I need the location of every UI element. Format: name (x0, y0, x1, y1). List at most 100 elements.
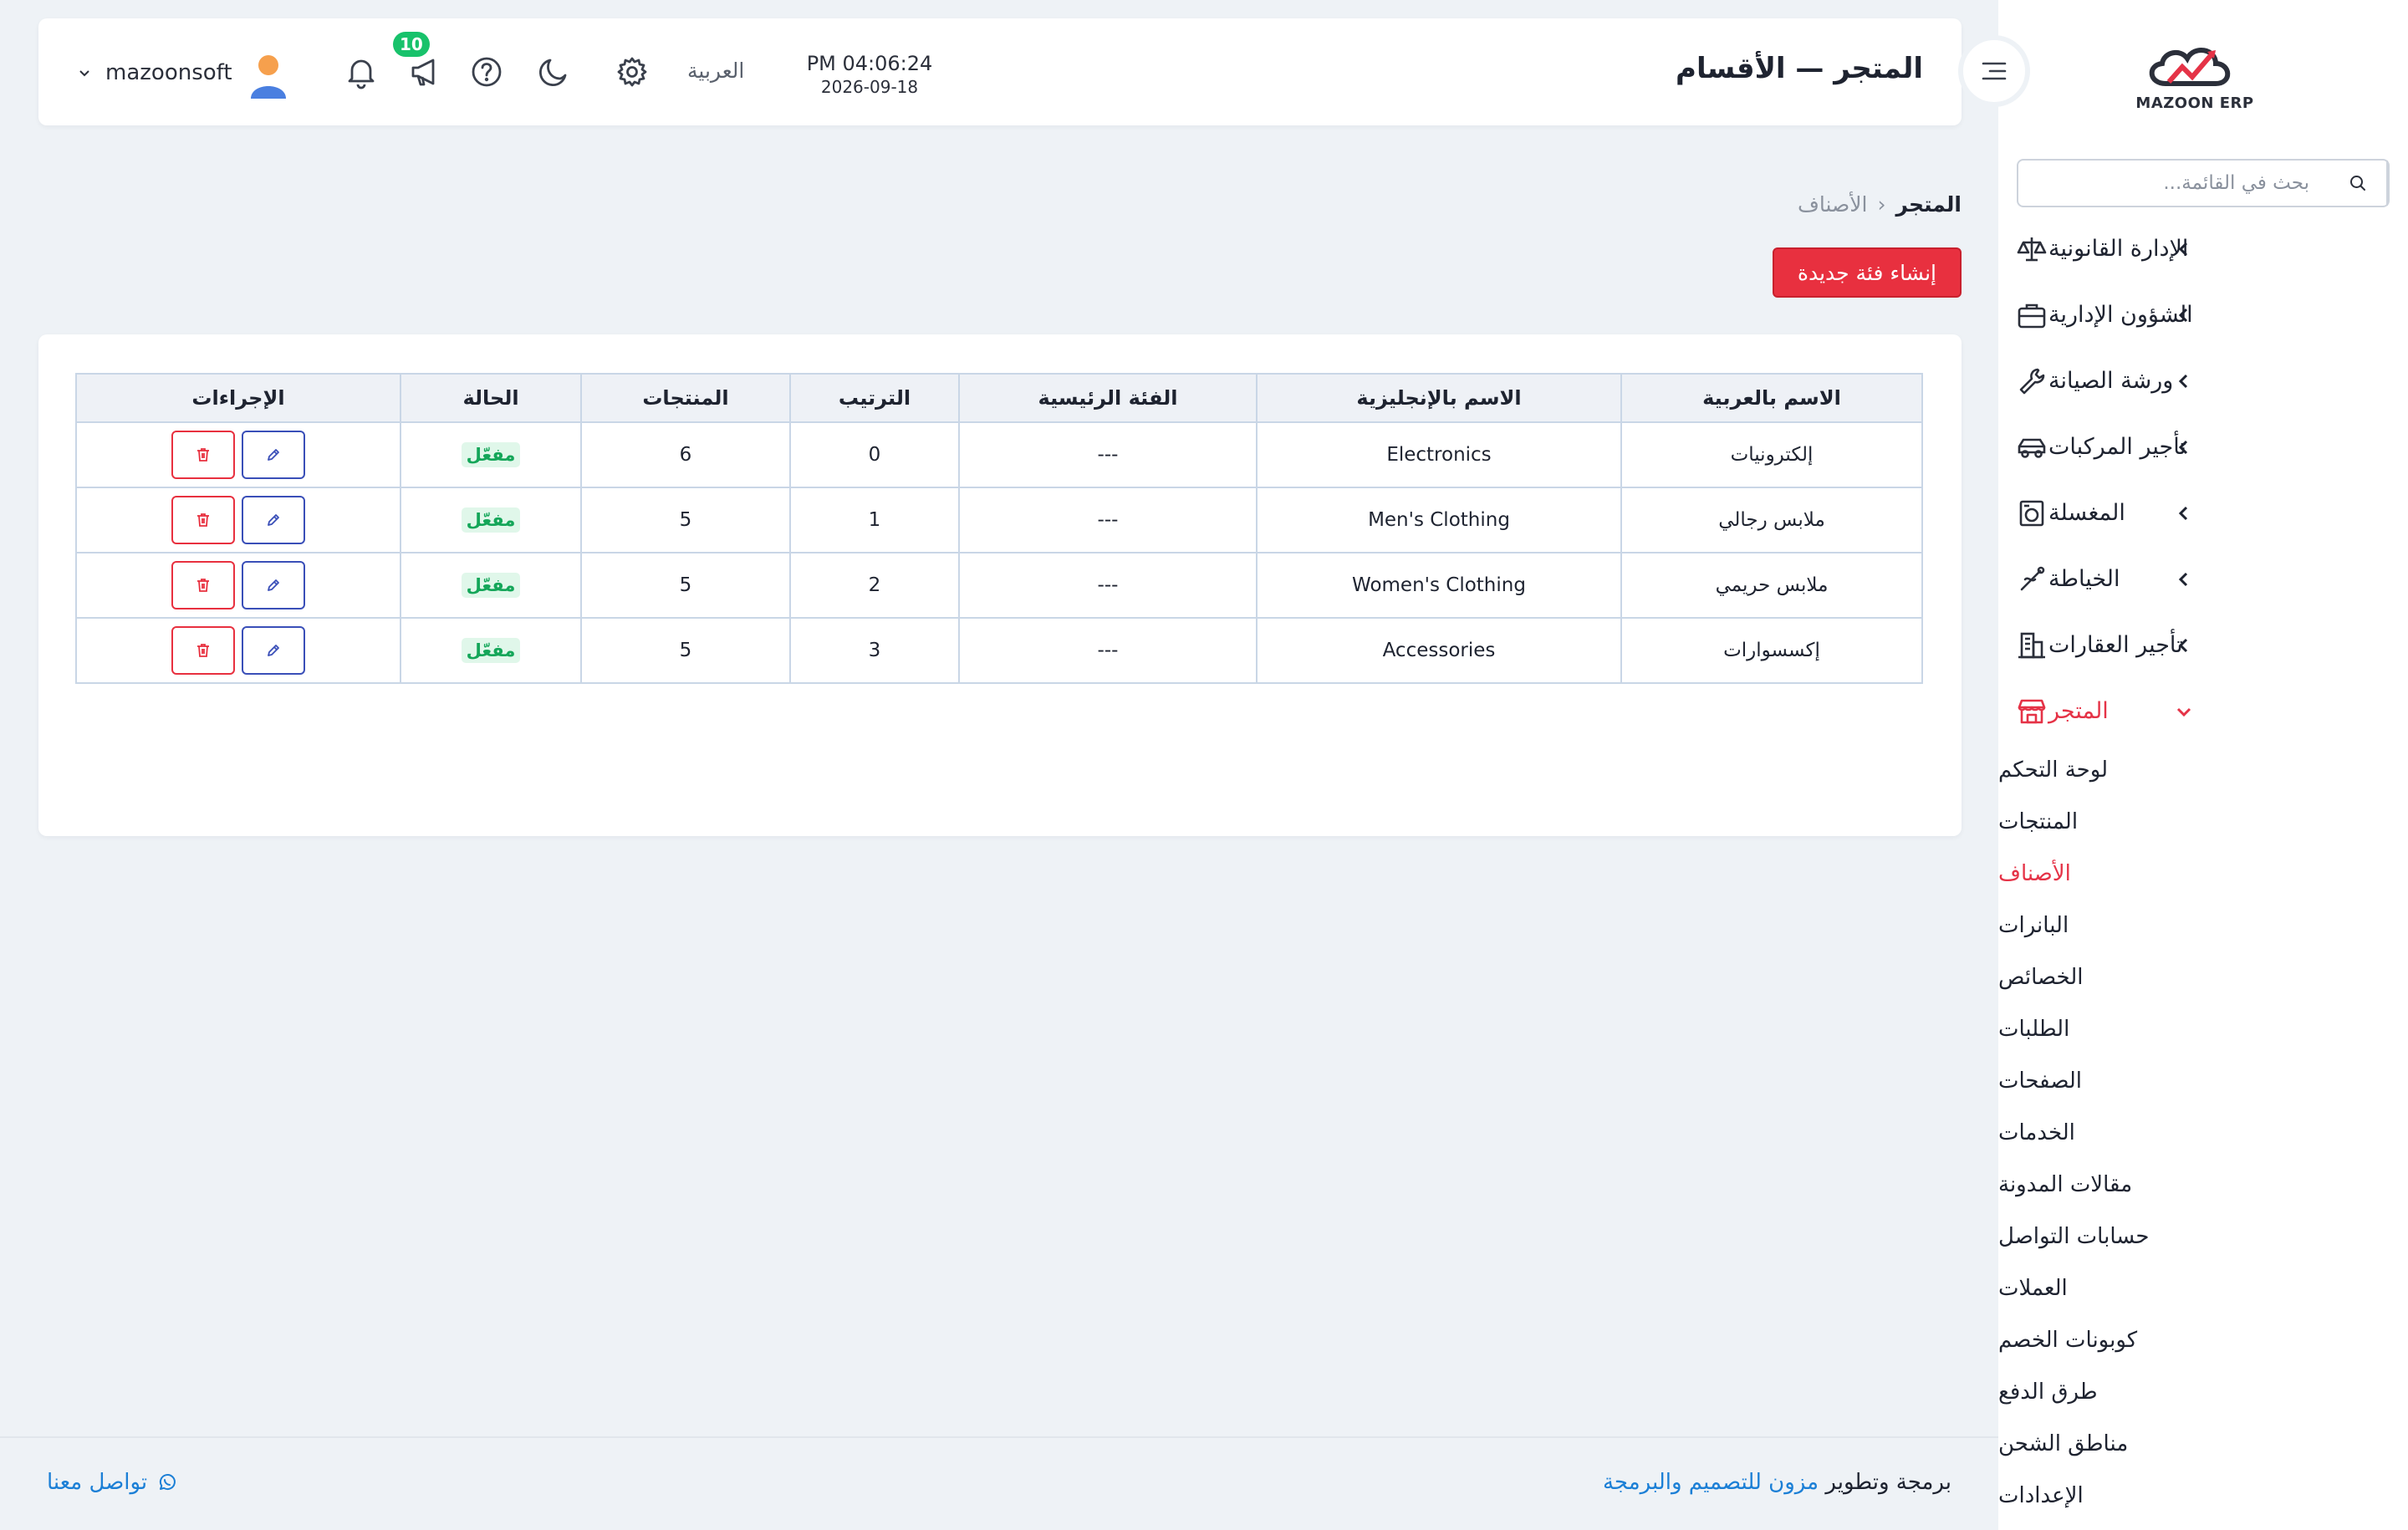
contact-us-link[interactable]: تواصل معنا (47, 1470, 177, 1495)
cell-name-en: Electronics (1256, 421, 1622, 488)
pencil-icon (268, 579, 279, 591)
column-header-parent[interactable]: الفئة الرئيسية (958, 373, 1258, 423)
username: mazoonsoft (105, 60, 232, 85)
sidebar-item-admin-affairs[interactable]: الشؤون الإدارية (1998, 282, 2408, 348)
cell-order: 1 (789, 487, 960, 553)
sidebar-search-input[interactable] (2018, 161, 2329, 206)
submenu-shipping-zones[interactable]: مناطق الشحن (1998, 1418, 2408, 1470)
help-icon[interactable] (468, 54, 505, 90)
store-submenu: لوحة التحكم المنتجات الأصناف البانرات ال… (1998, 744, 2408, 1522)
bell-icon[interactable] (343, 54, 380, 90)
logo[interactable]: MAZOON ERP (2132, 33, 2258, 117)
cell-products: 6 (580, 421, 791, 488)
sidebar-item-maintenance[interactable]: ورشة الصيانة (1998, 348, 2408, 414)
sidebar-item-label: تأجير المركبات (2048, 434, 2186, 460)
sidebar-item-real-estate[interactable]: تأجير العقارات (1998, 612, 2408, 678)
delete-button[interactable] (171, 496, 235, 544)
avatar[interactable] (247, 52, 289, 99)
wrench-icon (2019, 368, 2045, 394)
submenu-currencies[interactable]: العملات (1998, 1262, 2408, 1314)
laundry-icon (2019, 500, 2044, 526)
megaphone-icon[interactable] (406, 54, 443, 90)
cell-actions (75, 617, 401, 684)
chevron-left-icon (2178, 308, 2188, 323)
table-row: ملابس حريمي Women's Clothing --- 2 5 مفع… (75, 552, 1923, 619)
edit-button[interactable] (242, 431, 305, 479)
moon-icon[interactable] (535, 54, 572, 90)
edit-button[interactable] (242, 561, 305, 609)
notification-count-badge: 10 (393, 32, 430, 57)
language-switch[interactable]: العربية (687, 59, 744, 83)
cell-parent: --- (958, 487, 1258, 553)
clock: PM 04:06:24 2026-09-18 (794, 52, 945, 97)
breadcrumb-current: الأصناف (1797, 192, 1868, 217)
sidebar-item-legal[interactable]: الإدارة القانونية (1998, 216, 2408, 282)
table-row: ملابس رجالي Men's Clothing --- 1 5 مفعّل (75, 487, 1923, 553)
submenu-orders[interactable]: الطلبات (1998, 1003, 2408, 1055)
footer-credit-prefix: برمجة وتطوير (1825, 1470, 1951, 1495)
delete-button[interactable] (171, 431, 235, 479)
submenu-pages[interactable]: الصفحات (1998, 1055, 2408, 1107)
store-icon (2018, 699, 2046, 723)
clock-time: PM 04:06:24 (806, 52, 933, 75)
sidebar-item-laundry[interactable]: المغسلة (1998, 480, 2408, 546)
footer-credit: برمجة وتطوير مزون للتصميم والبرمجة (1603, 1470, 1951, 1495)
search-button[interactable] (2329, 161, 2388, 206)
user-menu[interactable]: mazoonsoft (77, 52, 232, 94)
sidebar-item-vehicle-rental[interactable]: تأجير المركبات (1998, 414, 2408, 480)
column-header-status[interactable]: الحالة (400, 373, 582, 423)
delete-button[interactable] (171, 561, 235, 609)
sidebar-item-tailoring[interactable]: الخياطة (1998, 546, 2408, 612)
gear-icon[interactable] (614, 54, 650, 90)
table-header-row: الاسم بالعربية الاسم بالإنجليزية الفئة ا… (75, 373, 1923, 423)
contact-us-label: تواصل معنا (47, 1470, 148, 1495)
clock-date: 2026-09-18 (820, 77, 919, 97)
submenu-coupons[interactable]: كوبونات الخصم (1998, 1314, 2408, 1366)
sidebar-item-label: الخياطة (2048, 566, 2120, 592)
chevron-left-icon (2178, 242, 2188, 257)
submenu-banners[interactable]: البانرات (1998, 900, 2408, 951)
column-header-name-en[interactable]: الاسم بالإنجليزية (1256, 373, 1622, 423)
sidebar-item-store[interactable]: المتجر (1998, 678, 2408, 744)
briefcase-icon (2018, 303, 2046, 328)
submenu-blog-posts[interactable]: مقالات المدونة (1998, 1159, 2408, 1211)
chevron-left-icon (2178, 506, 2188, 521)
submenu-dashboard[interactable]: لوحة التحكم (1998, 744, 2408, 796)
breadcrumb-root[interactable]: المتجر (1896, 192, 1962, 217)
delete-button[interactable] (171, 626, 235, 675)
chevron-left-icon (2178, 572, 2188, 587)
submenu-settings[interactable]: الإعدادات (1998, 1470, 2408, 1522)
submenu-payment-methods[interactable]: طرق الدفع (1998, 1366, 2408, 1418)
submenu-products[interactable]: المنتجات (1998, 796, 2408, 848)
column-header-products[interactable]: المنتجات (580, 373, 791, 423)
sidebar-search (2017, 159, 2390, 207)
footer: برمجة وتطوير مزون للتصميم والبرمجة تواصل… (0, 1436, 1998, 1530)
submenu-services[interactable]: الخدمات (1998, 1107, 2408, 1159)
scale-icon (2017, 237, 2047, 261)
sidebar-toggle-button[interactable] (1958, 35, 2030, 107)
submenu-social-accounts[interactable]: حسابات التواصل (1998, 1211, 2408, 1262)
column-header-name-ar[interactable]: الاسم بالعربية (1620, 373, 1923, 423)
categories-table: الاسم بالعربية الاسم بالإنجليزية الفئة ا… (75, 373, 1923, 684)
cell-name-en: Women's Clothing (1256, 552, 1622, 619)
car-icon (2018, 438, 2046, 458)
table-row: إكسسوارات Accessories --- 3 5 مفعّل (75, 617, 1923, 684)
edit-button[interactable] (242, 496, 305, 544)
trash-icon (197, 448, 209, 462)
cell-order: 2 (789, 552, 960, 619)
chevron-left-icon (2178, 440, 2188, 455)
column-header-actions: الإجراءات (75, 373, 401, 423)
trash-icon (197, 644, 209, 657)
submenu-categories[interactable]: الأصناف (1998, 848, 2408, 900)
edit-button[interactable] (242, 626, 305, 675)
submenu-attributes[interactable]: الخصائص (1998, 951, 2408, 1003)
cell-name-ar: إكسسوارات (1620, 617, 1923, 684)
footer-credit-link[interactable]: مزون للتصميم والبرمجة (1603, 1470, 1819, 1495)
column-header-order[interactable]: الترتيب (789, 373, 960, 423)
chevron-left-icon (2178, 638, 2188, 653)
cell-products: 5 (580, 617, 791, 684)
cell-status: مفعّل (400, 487, 582, 553)
status-badge: مفعّل (461, 638, 521, 663)
create-category-button[interactable]: إنشاء فئة جديدة (1772, 247, 1962, 298)
chevron-left-icon (2178, 374, 2188, 389)
